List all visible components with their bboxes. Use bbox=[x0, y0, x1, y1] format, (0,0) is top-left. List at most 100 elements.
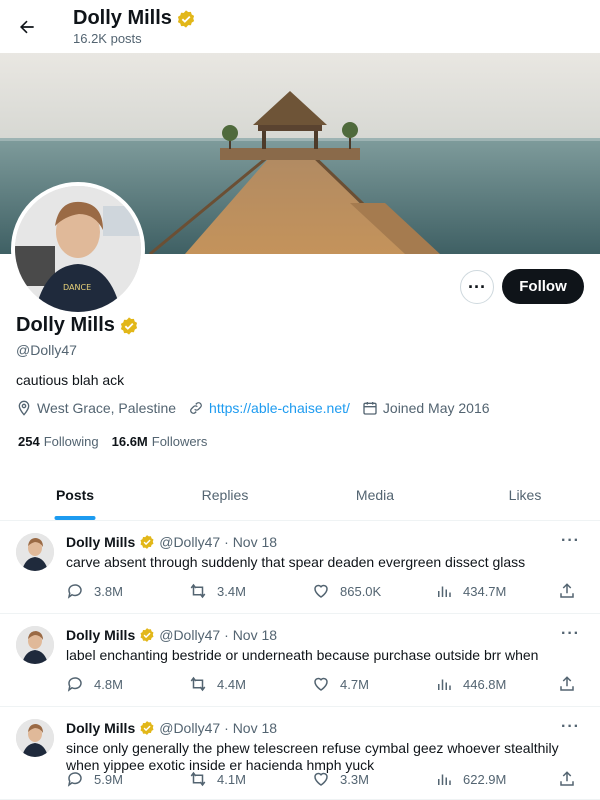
tweet-date[interactable]: · Nov 18 bbox=[224, 720, 277, 736]
reply-icon bbox=[67, 772, 82, 787]
tweet-text: carve absent through suddenly that spear… bbox=[66, 554, 526, 570]
views-count: 446.8M bbox=[463, 676, 507, 692]
views-chart-icon bbox=[438, 586, 451, 597]
svg-text:DANCE: DANCE bbox=[63, 283, 91, 292]
tweet-more-icon[interactable]: ··· bbox=[561, 718, 580, 736]
back-button[interactable] bbox=[10, 10, 44, 44]
joined-item: Joined May 2016 bbox=[362, 400, 490, 416]
follow-stats: 254 Following 16.6M Followers bbox=[18, 434, 220, 449]
repost-button[interactable]: 4.4M bbox=[189, 675, 312, 693]
verified-badge-icon bbox=[139, 720, 155, 736]
header-name-row: Dolly Mills bbox=[73, 7, 196, 30]
tweet-more-icon[interactable]: ··· bbox=[561, 625, 580, 643]
following-link[interactable]: 254 Following bbox=[18, 434, 99, 449]
profile-meta: West Grace, Palestine https://able-chais… bbox=[16, 400, 502, 416]
like-button[interactable]: 3.3M bbox=[312, 770, 435, 788]
tweet-actions: 3.8M 3.4M 865.0K 434.7M bbox=[66, 582, 586, 600]
tweet[interactable]: Dolly Mills @Dolly47 · Nov 18 ··· carve … bbox=[0, 521, 600, 614]
verified-badge-icon bbox=[139, 627, 155, 643]
tweet[interactable]: Dolly Mills @Dolly47 · Nov 18 ··· label … bbox=[0, 614, 600, 707]
heart-icon bbox=[314, 584, 328, 598]
tweet[interactable]: Dolly Mills @Dolly47 · Nov 18 ··· since … bbox=[0, 707, 600, 800]
tab-label: Replies bbox=[201, 487, 249, 503]
reply-count: 5.9M bbox=[94, 771, 123, 787]
tweet-avatar[interactable] bbox=[16, 533, 54, 571]
repost-count: 4.4M bbox=[217, 676, 246, 692]
verified-badge-icon bbox=[139, 534, 155, 550]
top-bar: Dolly Mills 16.2K posts bbox=[0, 0, 600, 53]
location-item: West Grace, Palestine bbox=[16, 400, 176, 416]
profile-name-row: Dolly Mills bbox=[16, 314, 139, 337]
profile-handle: @Dolly47 bbox=[16, 342, 77, 358]
location-text: West Grace, Palestine bbox=[37, 400, 177, 416]
reply-icon bbox=[67, 677, 82, 692]
joined-text: Joined May 2016 bbox=[382, 400, 490, 416]
reply-button[interactable]: 3.8M bbox=[66, 582, 189, 600]
share-icon bbox=[560, 771, 574, 786]
followers-count: 16.6M bbox=[111, 434, 148, 449]
tab-label: Media bbox=[355, 487, 395, 503]
like-count: 4.7M bbox=[340, 676, 369, 692]
link-icon bbox=[190, 402, 202, 414]
active-tab-indicator bbox=[54, 516, 96, 520]
tweet-text: label enchanting bestride or underneath … bbox=[66, 647, 539, 663]
views-button[interactable]: 446.8M bbox=[435, 675, 558, 693]
tab-label: Likes bbox=[508, 487, 542, 503]
following-label: Following bbox=[43, 434, 99, 449]
header-post-count: 16.2K posts bbox=[73, 31, 142, 46]
tab-replies[interactable]: Replies bbox=[150, 468, 300, 520]
share-button[interactable] bbox=[558, 675, 586, 693]
repost-icon bbox=[190, 676, 206, 692]
like-count: 865.0K bbox=[340, 583, 382, 599]
share-button[interactable] bbox=[558, 770, 586, 788]
like-button[interactable]: 865.0K bbox=[312, 582, 435, 600]
tweet-actions: 4.8M 4.4M 4.7M 446.8M bbox=[66, 675, 586, 693]
tweet-author-name[interactable]: Dolly Mills bbox=[66, 534, 135, 550]
repost-button[interactable]: 4.1M bbox=[189, 770, 312, 788]
website-item: https://able-chaise.net/ bbox=[188, 400, 350, 416]
repost-icon bbox=[190, 583, 206, 599]
tab-posts[interactable]: Posts bbox=[0, 468, 150, 520]
tweet-actions: 5.9M 4.1M 3.3M 622.9M bbox=[66, 770, 586, 788]
tweet-handle[interactable]: @Dolly47 bbox=[159, 627, 220, 643]
like-button[interactable]: 4.7M bbox=[312, 675, 435, 693]
website-link[interactable]: https://able-chaise.net/ bbox=[209, 400, 350, 416]
profile-avatar[interactable]: DANCE bbox=[11, 182, 145, 316]
tweet-more-icon[interactable]: ··· bbox=[561, 532, 580, 550]
location-pin-icon bbox=[18, 400, 30, 416]
tweet-date[interactable]: · Nov 18 bbox=[224, 627, 277, 643]
reply-button[interactable]: 5.9M bbox=[66, 770, 189, 788]
tweet-date[interactable]: · Nov 18 bbox=[224, 534, 277, 550]
tweet-handle[interactable]: @Dolly47 bbox=[159, 534, 220, 550]
tweet-author-name[interactable]: Dolly Mills bbox=[66, 627, 135, 643]
follow-button[interactable]: Follow bbox=[502, 269, 584, 304]
reply-button[interactable]: 4.8M bbox=[66, 675, 189, 693]
more-options-button[interactable]: ··· bbox=[460, 270, 494, 304]
like-count: 3.3M bbox=[340, 771, 369, 787]
tweet-header: Dolly Mills @Dolly47 · Nov 18 bbox=[66, 534, 277, 550]
views-button[interactable]: 622.9M bbox=[435, 770, 558, 788]
tweet-author-name[interactable]: Dolly Mills bbox=[66, 720, 135, 736]
views-button[interactable]: 434.7M bbox=[435, 582, 558, 600]
followers-link[interactable]: 16.6M Followers bbox=[112, 434, 208, 449]
repost-count: 4.1M bbox=[217, 771, 246, 787]
reply-count: 3.8M bbox=[94, 583, 123, 599]
tweet-handle[interactable]: @Dolly47 bbox=[159, 720, 220, 736]
calendar-icon bbox=[363, 402, 377, 415]
tweet-feed: Dolly Mills @Dolly47 · Nov 18 ··· carve … bbox=[0, 521, 600, 800]
share-icon bbox=[560, 676, 574, 691]
tweet-avatar[interactable] bbox=[16, 626, 54, 664]
repost-button[interactable]: 3.4M bbox=[189, 582, 312, 600]
tab-likes[interactable]: Likes bbox=[450, 468, 600, 520]
profile-bio: cautious blah ack bbox=[16, 372, 125, 388]
profile-display-name: Dolly Mills bbox=[16, 314, 115, 336]
tab-media[interactable]: Media bbox=[300, 468, 450, 520]
tweet-avatar[interactable] bbox=[16, 719, 54, 757]
views-count: 622.9M bbox=[463, 771, 507, 787]
more-dots-icon: ··· bbox=[468, 277, 486, 297]
tweet-header: Dolly Mills @Dolly47 · Nov 18 bbox=[66, 720, 277, 736]
header-display-name: Dolly Mills bbox=[73, 7, 172, 29]
share-button[interactable] bbox=[558, 582, 586, 600]
views-chart-icon bbox=[438, 774, 451, 785]
tab-label: Posts bbox=[55, 487, 95, 503]
